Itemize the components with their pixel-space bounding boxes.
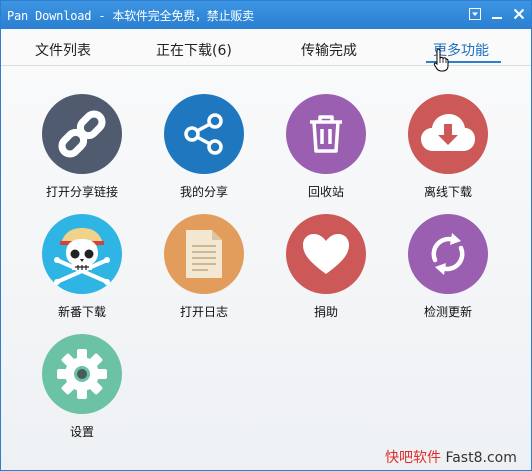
close-button[interactable] <box>511 6 527 22</box>
tab-bar: 文件列表 正在下载(6) 传输完成 更多功能 <box>1 29 531 66</box>
feature-open-log-circle <box>164 214 244 294</box>
app-window: Pan Download - 本软件完全免费，禁止贩卖 文件列表 正在下载(6)… <box>0 0 532 471</box>
feature-label: 检测更新 <box>423 305 472 319</box>
feature-open-log[interactable]: 打开日志 <box>149 214 259 334</box>
link-icon <box>58 110 106 158</box>
feature-recycle-bin[interactable]: 回收站 <box>271 94 381 214</box>
heart-icon <box>303 234 349 274</box>
feature-label: 离线下载 <box>423 185 472 199</box>
feature-my-shares[interactable]: 我的分享 <box>149 94 259 214</box>
feature-offline-download-circle <box>408 94 488 174</box>
menu-dropdown-button[interactable] <box>467 6 483 22</box>
watermark-brand: 快吧软件 <box>385 450 441 466</box>
feature-label: 捐助 <box>313 305 338 319</box>
refresh-icon <box>431 233 465 275</box>
close-icon <box>513 8 525 20</box>
watermark-domain: Fast8.com <box>441 450 517 466</box>
tab-downloading[interactable]: 正在下载(6) <box>156 40 232 60</box>
feature-donate[interactable]: 捐助 <box>271 214 381 334</box>
feature-open-share-link[interactable]: 打开分享链接 <box>27 94 137 214</box>
title-bar[interactable]: Pan Download - 本软件完全免费，禁止贩卖 <box>1 1 531 29</box>
feature-donate-circle <box>286 214 366 294</box>
feature-label: 回收站 <box>307 185 344 199</box>
feature-offline-download[interactable]: 离线下载 <box>393 94 503 214</box>
trash-icon <box>310 115 342 153</box>
minimize-button[interactable] <box>489 6 505 22</box>
minimize-icon <box>492 17 502 19</box>
feature-anime-download-circle <box>42 214 122 294</box>
watermark: 快吧软件 Fast8.com <box>385 447 517 467</box>
window-title: Pan Download - 本软件完全免费，禁止贩卖 <box>7 9 254 23</box>
feature-anime-download[interactable]: 新番下载 <box>27 214 137 334</box>
feature-open-share-link-circle <box>42 94 122 174</box>
feature-settings-circle <box>42 334 122 414</box>
tab-file-list[interactable]: 文件列表 <box>35 40 91 60</box>
feature-label: 打开分享链接 <box>45 185 118 199</box>
feature-recycle-bin-circle <box>286 94 366 174</box>
feature-check-update-circle <box>408 214 488 294</box>
skull-icon <box>54 228 110 285</box>
feature-label: 新番下载 <box>57 305 106 319</box>
feature-label: 打开日志 <box>179 305 228 319</box>
tab-completed[interactable]: 传输完成 <box>301 40 357 60</box>
feature-check-update[interactable]: 检测更新 <box>393 214 503 334</box>
share-icon <box>184 113 223 155</box>
dropdown-icon <box>469 8 481 20</box>
gear-icon <box>57 349 107 399</box>
document-icon <box>186 230 222 278</box>
feature-label: 设置 <box>69 425 94 439</box>
hand-cursor-icon <box>433 48 449 72</box>
feature-label: 我的分享 <box>179 185 228 199</box>
feature-my-shares-circle <box>164 94 244 174</box>
cloud-download-icon <box>421 114 475 151</box>
feature-settings[interactable]: 设置 <box>27 334 137 454</box>
